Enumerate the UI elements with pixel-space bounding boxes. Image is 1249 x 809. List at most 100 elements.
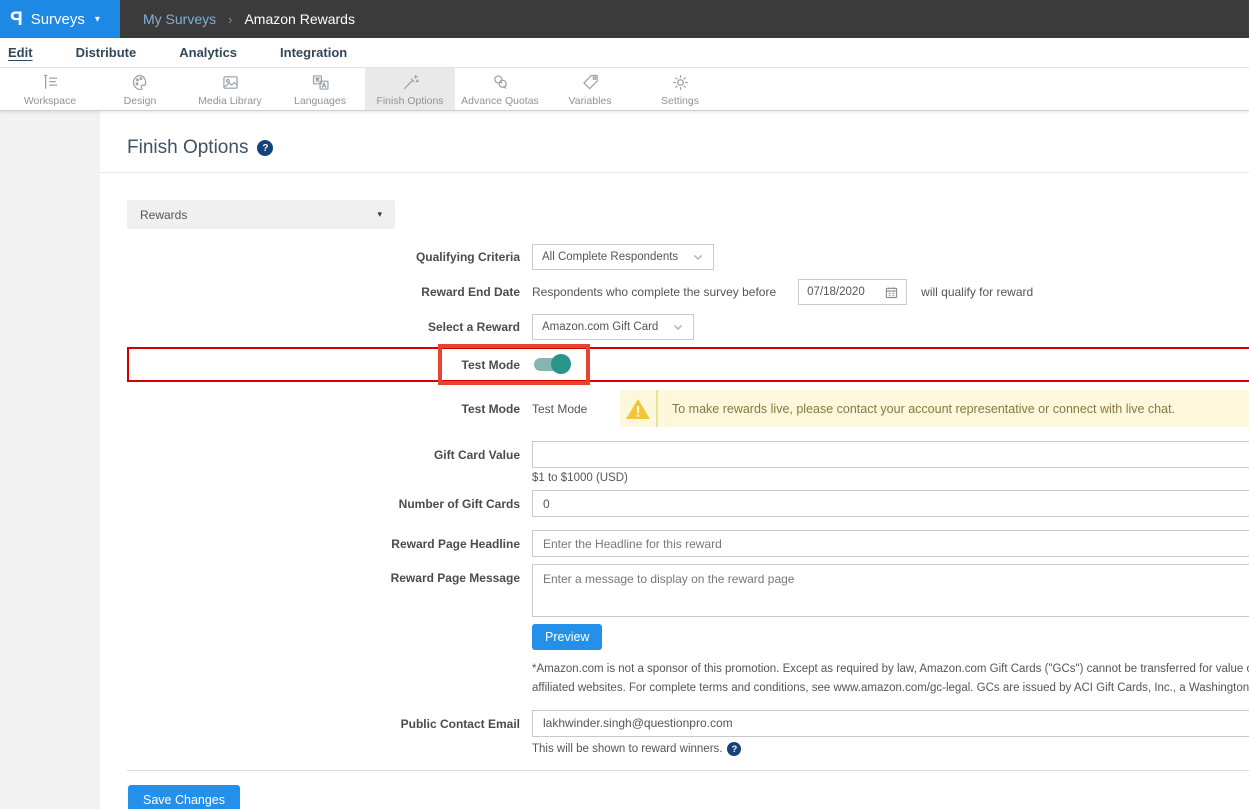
variables-tag-icon [580, 72, 601, 93]
reward-end-date-prefix: Respondents who complete the survey befo… [532, 285, 776, 299]
reward-page-message-label: Reward Page Message [127, 564, 520, 585]
test-mode-warning-banner: To make rewards live, please contact you… [620, 390, 1249, 427]
page-heading-row: Finish Options ? [100, 111, 1249, 173]
reward-end-date-label: Reward End Date [127, 285, 520, 299]
toolbar-label: Advance Quotas [461, 95, 539, 107]
advance-quotas-links-icon [490, 72, 511, 93]
toolbar-item-workspace[interactable]: Workspace [5, 68, 95, 110]
tab-integration[interactable]: Integration [280, 45, 347, 60]
product-name: Surveys [31, 11, 85, 28]
reward-page-headline-label: Reward Page Headline [127, 537, 520, 551]
reward-page-headline-input[interactable] [532, 530, 1249, 557]
toolbar-item-finish-options[interactable]: Finish Options [365, 68, 455, 110]
breadcrumb-my-surveys[interactable]: My Surveys [143, 11, 216, 27]
reward-end-date-suffix: will qualify for reward [921, 285, 1033, 299]
left-gutter [0, 111, 100, 809]
breadcrumb-current-survey: Amazon Rewards [244, 11, 355, 27]
gift-card-value-row: Gift Card Value $1 to $1000 (USD) [127, 441, 1249, 484]
rewards-section-dropdown[interactable]: Rewards ▾ [127, 200, 395, 229]
reward-page-headline-row: Reward Page Headline [127, 530, 1249, 557]
public-contact-email-row: Public Contact Email This will be shown … [127, 710, 1249, 756]
public-contact-email-helper: This will be shown to reward winners. [532, 743, 722, 755]
warning-icon-box [620, 390, 658, 427]
questionpro-logo-icon: P [10, 10, 23, 29]
toolbar-item-languages[interactable]: Languages [275, 68, 365, 110]
toolbar-label: Languages [294, 95, 346, 107]
chevron-down-icon [672, 321, 684, 333]
caret-down-icon: ▾ [377, 209, 382, 220]
page-title: Finish Options [127, 137, 248, 159]
settings-gear-icon [670, 72, 691, 93]
finish-options-panel: Finish Options ? Rewards ▾ Qualifying Cr… [100, 111, 1249, 809]
select-reward-value: Amazon.com Gift Card [542, 321, 658, 333]
select-reward-select[interactable]: Amazon.com Gift Card [532, 314, 694, 340]
main-nav-tabs: Edit Distribute Analytics Integration [0, 38, 1249, 68]
select-reward-label: Select a Reward [127, 320, 520, 334]
toolbar-item-variables[interactable]: Variables [545, 68, 635, 110]
toolbar-label: Variables [569, 95, 612, 107]
preview-button[interactable]: Preview [532, 624, 602, 650]
test-mode-status-value: Test Mode [532, 402, 620, 416]
gift-card-value-label: Gift Card Value [127, 441, 520, 462]
help-icon[interactable]: ? [257, 140, 273, 156]
reward-end-date-value: 07/18/2020 [807, 286, 865, 298]
public-contact-email-label: Public Contact Email [127, 710, 520, 731]
calendar-icon[interactable] [885, 286, 898, 299]
chevron-down-icon [692, 251, 704, 263]
number-of-gift-cards-row: Number of Gift Cards [127, 490, 1249, 517]
gift-card-value-helper: $1 to $1000 (USD) [532, 472, 1249, 484]
qualifying-criteria-value: All Complete Respondents [542, 251, 678, 263]
tab-edit[interactable]: Edit [8, 45, 33, 60]
finish-options-wand-icon [400, 72, 421, 93]
test-mode-toggle-label: Test Mode [127, 358, 520, 372]
test-mode-status-row: Test Mode Test Mode To make r [127, 390, 1249, 427]
tab-distribute[interactable]: Distribute [76, 45, 137, 60]
toolbar-label: Design [124, 95, 157, 107]
help-icon[interactable]: ? [727, 742, 741, 756]
edit-toolbar: Workspace Design Media Library Languages… [0, 68, 1249, 111]
rewards-form: Qualifying Criteria All Complete Respond… [127, 244, 1249, 809]
test-mode-toggle-row: Test Mode [127, 344, 1249, 385]
test-mode-status-label: Test Mode [127, 402, 520, 416]
languages-icon [310, 72, 331, 93]
workspace-icon [40, 72, 61, 93]
toolbar-label: Workspace [24, 95, 76, 107]
test-mode-toggle[interactable] [534, 358, 568, 371]
save-changes-button[interactable]: Save Changes [128, 785, 240, 809]
toolbar-item-design[interactable]: Design [95, 68, 185, 110]
surveys-product-menu[interactable]: P Surveys ▾ [0, 0, 120, 38]
top-bar: P Surveys ▾ My Surveys › Amazon Rewards [0, 0, 1249, 38]
disclaimer-line-1: *Amazon.com is not a sponsor of this pro… [532, 660, 1249, 679]
number-of-gift-cards-input[interactable] [532, 490, 1249, 517]
toolbar-item-settings[interactable]: Settings [635, 68, 725, 110]
design-palette-icon [130, 72, 151, 93]
breadcrumb-separator-icon: › [228, 12, 232, 27]
toolbar-item-advance-quotas[interactable]: Advance Quotas [455, 68, 545, 110]
main-area: Finish Options ? Rewards ▾ Qualifying Cr… [0, 111, 1249, 809]
qualifying-criteria-label: Qualifying Criteria [127, 250, 520, 264]
reward-end-date-input[interactable]: 07/18/2020 [798, 279, 907, 305]
save-row: Save Changes [127, 770, 1249, 809]
reward-page-message-textarea[interactable] [532, 564, 1249, 617]
select-reward-row: Select a Reward Amazon.com Gift Card [127, 314, 1249, 340]
toolbar-label: Settings [661, 95, 699, 107]
rewards-dropdown-value: Rewards [140, 208, 187, 222]
chevron-down-icon: ▾ [95, 14, 100, 25]
toggle-knob [551, 354, 571, 374]
toolbar-label: Media Library [198, 95, 262, 107]
toolbar-item-media-library[interactable]: Media Library [185, 68, 275, 110]
amazon-disclaimer: *Amazon.com is not a sponsor of this pro… [532, 660, 1249, 698]
disclaimer-line-2: affiliated websites. For complete terms … [532, 679, 1249, 698]
public-contact-email-input[interactable] [532, 710, 1249, 737]
warning-triangle-icon [625, 397, 651, 421]
warning-message: To make rewards live, please contact you… [658, 390, 1175, 427]
toolbar-label: Finish Options [376, 95, 443, 107]
tab-analytics[interactable]: Analytics [179, 45, 237, 60]
media-library-icon [220, 72, 241, 93]
qualifying-criteria-row: Qualifying Criteria All Complete Respond… [127, 244, 1249, 270]
gift-card-value-input[interactable] [532, 441, 1249, 468]
qualifying-criteria-select[interactable]: All Complete Respondents [532, 244, 714, 270]
breadcrumb: My Surveys › Amazon Rewards [120, 0, 1249, 38]
number-of-gift-cards-label: Number of Gift Cards [127, 497, 520, 511]
reward-end-date-row: Reward End Date Respondents who complete… [127, 279, 1249, 305]
